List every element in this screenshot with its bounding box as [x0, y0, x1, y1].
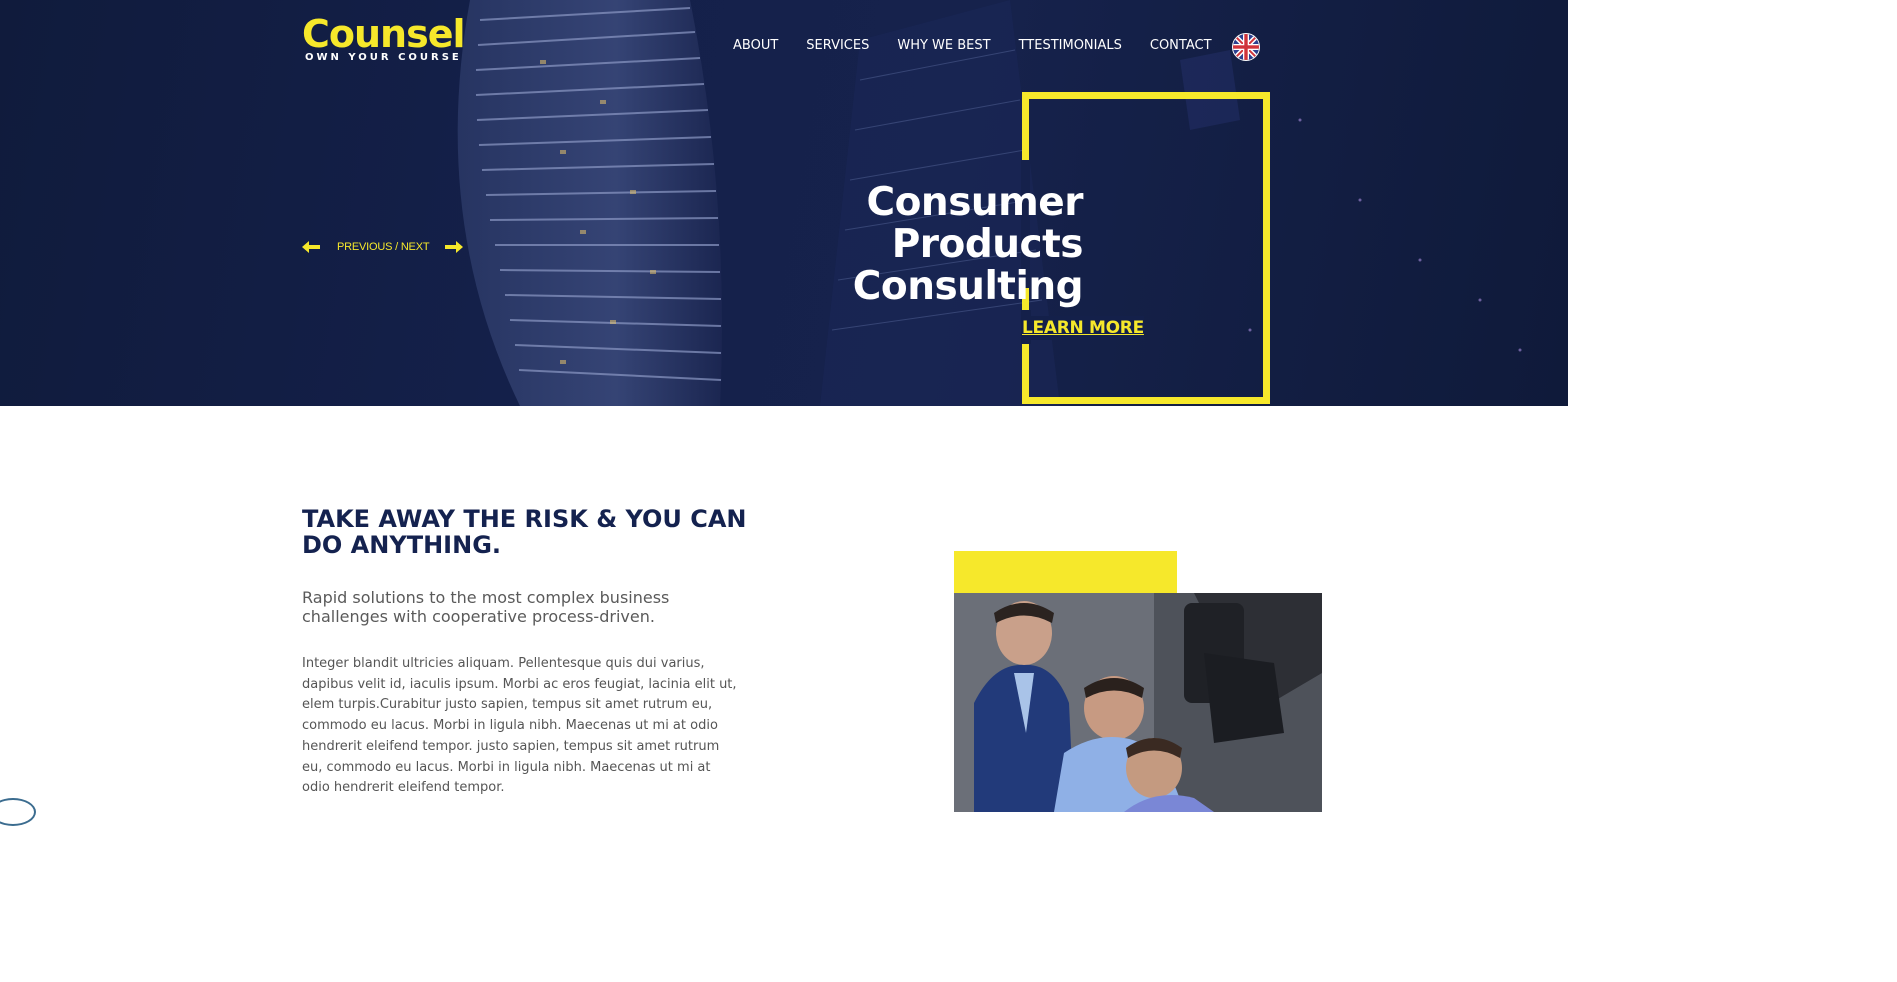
brand-logo[interactable]: Counsel OWN YOUR COURSE	[302, 12, 466, 63]
hero-section: Counsel OWN YOUR COURSE ABOUT SERVICES W…	[0, 0, 1568, 406]
nav-item-why-we-best[interactable]: WHY WE BEST	[897, 38, 990, 53]
nav-item-about[interactable]: ABOUT	[733, 38, 778, 53]
intro-section: TAKE AWAY THE RISK & YOU CAN DO ANYTHING…	[0, 406, 1568, 812]
slider-nav: PREVIOUS / NEXT	[302, 240, 464, 254]
headline-line-3: Consulting	[852, 264, 1084, 310]
accent-block	[954, 551, 1177, 593]
cookie-badge[interactable]	[0, 798, 36, 826]
hero-background-image	[457, 0, 1522, 406]
uk-flag-icon[interactable]	[1232, 33, 1260, 61]
intro-lead: Rapid solutions to the most complex busi…	[302, 588, 670, 626]
nav-item-contact[interactable]: CONTACT	[1150, 38, 1212, 53]
arrow-left-icon[interactable]	[302, 240, 320, 254]
headline-line-1: Consumer	[866, 180, 1084, 226]
main-nav: ABOUT SERVICES WHY WE BEST TTESTIMONIALS…	[733, 38, 1240, 53]
team-photo	[954, 593, 1322, 812]
arrow-right-icon[interactable]	[445, 240, 464, 254]
intro-body: Integer blandit ultricies aliquam. Pelle…	[302, 656, 737, 796]
headline-line-2: Products	[891, 222, 1084, 268]
brand-name: Counsel	[302, 12, 466, 56]
intro-title: TAKE AWAY THE RISK & YOU CAN DO ANYTHING…	[302, 505, 747, 559]
hero-headline: Consumer Products Consulting	[852, 180, 1084, 310]
slider-nav-label[interactable]: PREVIOUS / NEXT	[337, 241, 430, 253]
learn-more-link[interactable]: LEARN MORE	[1022, 316, 1144, 340]
nav-item-testimonials[interactable]: TTESTIMONIALS	[1019, 38, 1122, 53]
brand-tagline: OWN YOUR COURSE	[305, 52, 462, 63]
nav-item-services[interactable]: SERVICES	[806, 38, 869, 53]
